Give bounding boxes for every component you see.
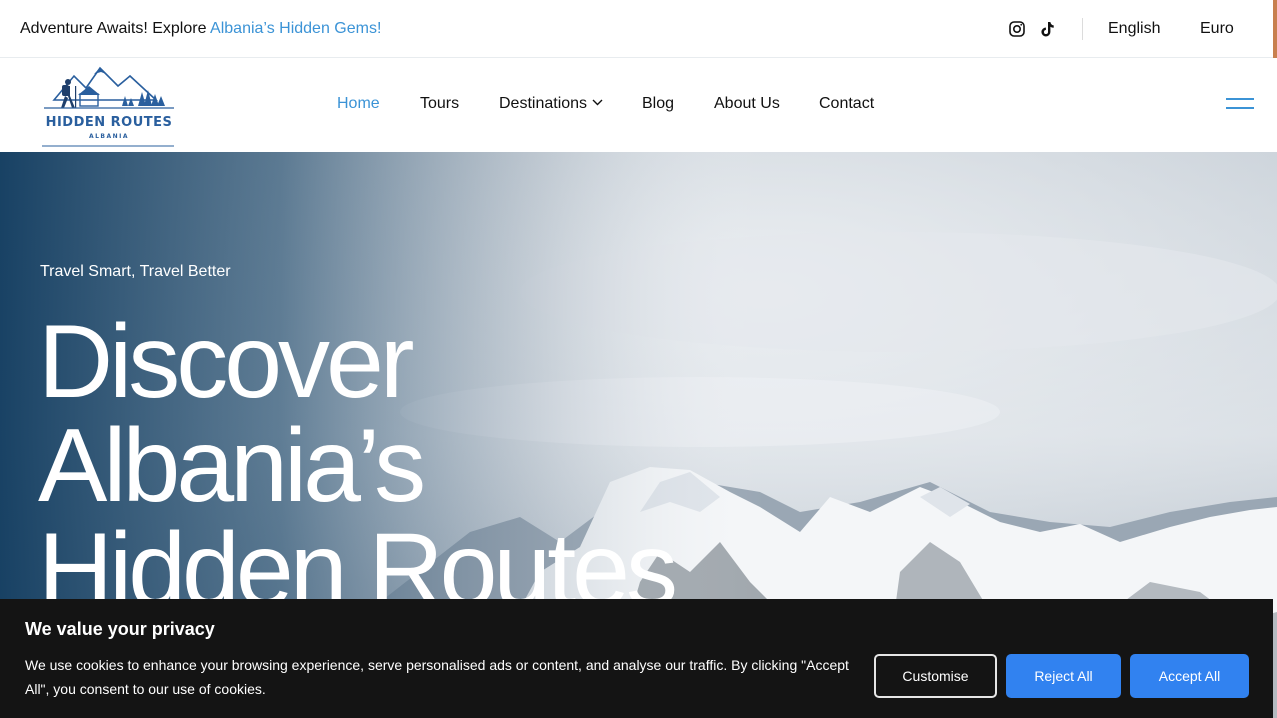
hero-kicker: Travel Smart, Travel Better [40, 263, 231, 280]
hamburger-menu-icon[interactable] [1226, 96, 1254, 112]
nav-destinations[interactable]: Destinations [499, 95, 603, 113]
primary-navigation: Home Tours Destinations Blog About Us Co… [0, 58, 1277, 152]
burger-line-top [1226, 98, 1254, 100]
nav-destinations-label: Destinations [499, 95, 588, 112]
nav-tours[interactable]: Tours [420, 95, 459, 113]
chevron-down-icon [592, 99, 603, 106]
nav-about-us[interactable]: About Us [714, 95, 780, 113]
top-announcement-bar: Adventure Awaits! Explore Albania’s Hidd… [0, 0, 1277, 58]
promo-prefix: Adventure Awaits! Explore [20, 20, 211, 37]
hero-headline-line-1: Discover [38, 304, 415, 420]
instagram-icon[interactable] [1008, 20, 1026, 38]
cookie-consent-banner: We value your privacy We use cookies to … [0, 599, 1273, 718]
nav-contact[interactable]: Contact [819, 95, 874, 113]
tiktok-icon[interactable] [1038, 20, 1056, 38]
customise-button[interactable]: Customise [874, 654, 997, 698]
nav-home[interactable]: Home [337, 95, 380, 113]
hero-headline: Discover Albania’s Hidden Routes [38, 304, 678, 622]
currency-selector[interactable]: Euro [1200, 20, 1234, 38]
main-header: HIDDEN ROUTES ALBANIA Home Tours Destina… [0, 58, 1277, 152]
reject-all-button[interactable]: Reject All [1006, 654, 1121, 698]
topbar-divider [1082, 18, 1083, 40]
promo-highlight-link[interactable]: Albania’s Hidden Gems! [210, 20, 381, 37]
cookie-title: We value your privacy [25, 619, 215, 639]
hero-headline-line-2: Albania’s [38, 408, 426, 524]
nav-blog[interactable]: Blog [642, 95, 674, 113]
burger-line-bottom [1226, 107, 1254, 109]
accept-all-button[interactable]: Accept All [1130, 654, 1249, 698]
cookie-description: We use cookies to enhance your browsing … [25, 657, 849, 697]
promo-text: Adventure Awaits! Explore Albania’s Hidd… [20, 20, 381, 38]
language-selector[interactable]: English [1108, 20, 1160, 38]
